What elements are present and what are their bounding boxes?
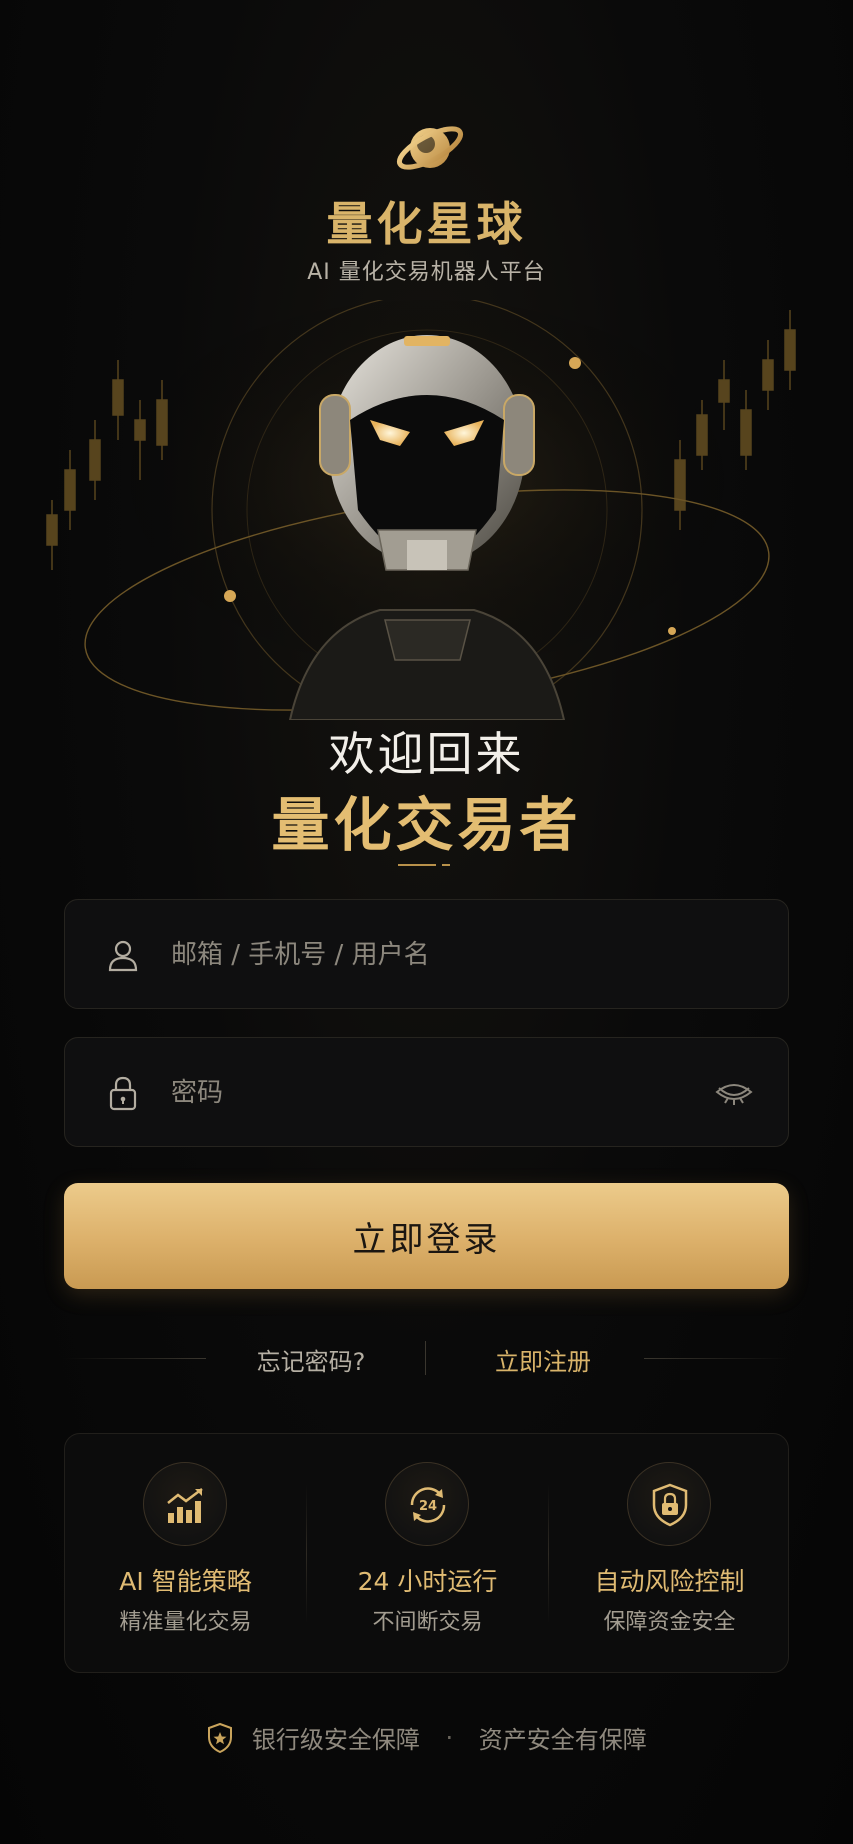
register-link[interactable]: 立即注册 <box>476 1342 610 1377</box>
shield-star-icon <box>208 1722 233 1753</box>
password-field <box>64 1037 789 1147</box>
footer-separator: · <box>445 1723 454 1752</box>
feature-ai-strategy: AI 智能策略 精准量化交易 <box>65 1434 306 1674</box>
clock-24-icon: 24 <box>410 1487 446 1523</box>
title-divider <box>398 864 450 866</box>
feature-title: 24 小时运行 <box>357 1567 498 1596</box>
welcome-heading: 欢迎回来 <box>328 727 525 781</box>
feature-title: AI 智能策略 <box>119 1567 252 1596</box>
feature-icon-badge <box>143 1462 227 1546</box>
app-tagline: AI 量化交易机器人平台 <box>307 260 546 285</box>
svg-text:24: 24 <box>419 1499 437 1514</box>
lock-icon <box>109 1076 137 1111</box>
links-separator <box>425 1341 426 1375</box>
username-input[interactable] <box>171 930 691 980</box>
eye-hidden-icon[interactable] <box>714 1076 754 1108</box>
username-field <box>64 899 789 1009</box>
feature-icon-badge <box>627 1462 711 1546</box>
footer-security-text: 银行级安全保障 <box>251 1726 420 1754</box>
welcome-subheading: 量化交易者 <box>271 791 582 859</box>
chart-up-icon <box>167 1488 203 1523</box>
security-footer: 银行级安全保障 · 资产安全有保障 <box>0 1720 853 1760</box>
divider-right <box>644 1358 789 1359</box>
footer-asset-text: 资产安全有保障 <box>478 1726 647 1754</box>
feature-subtitle: 保障资金安全 <box>603 1610 736 1635</box>
feature-title: 自动风险控制 <box>594 1567 745 1596</box>
planet-logo-icon <box>396 126 464 170</box>
user-icon <box>108 940 138 972</box>
feature-risk-control: 自动风险控制 保障资金安全 <box>549 1434 790 1674</box>
feature-24h: 24 24 小时运行 不间断交易 <box>307 1434 548 1674</box>
feature-subtitle: 不间断交易 <box>372 1610 483 1635</box>
features-panel: AI 智能策略 精准量化交易 24 24 小时运行 不间断交易 自动风险控制 保… <box>64 1433 789 1673</box>
divider-left <box>64 1358 206 1359</box>
shield-lock-icon <box>652 1483 688 1527</box>
feature-subtitle: 精准量化交易 <box>119 1610 252 1635</box>
forgot-password-link[interactable]: 忘记密码? <box>236 1342 386 1377</box>
password-input[interactable] <box>171 1068 691 1118</box>
feature-icon-badge: 24 <box>385 1462 469 1546</box>
app-name: 量化星球 <box>326 197 527 251</box>
robot-hero-illustration <box>46 300 796 720</box>
login-button[interactable]: 立即登录 <box>64 1183 789 1289</box>
